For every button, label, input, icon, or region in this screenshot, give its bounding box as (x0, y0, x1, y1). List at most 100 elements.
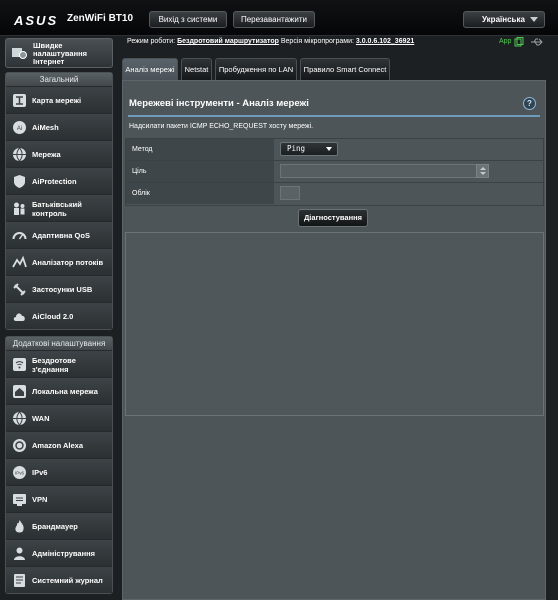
chevron-up-icon (480, 167, 486, 170)
sidebar-item-label: Мережа (32, 150, 61, 159)
sidebar-item-label: Батьківський контроль (32, 199, 82, 218)
chevron-down-icon (480, 172, 486, 175)
sidebar-item-alexa[interactable]: Amazon Alexa (6, 431, 112, 458)
sidebar-item-system-log[interactable]: Системний журнал (6, 566, 112, 593)
count-row: Облік (126, 183, 543, 205)
logout-button[interactable]: Вихід з системи (149, 11, 227, 28)
language-select[interactable]: Українська (463, 11, 545, 28)
sidebar-item-administration[interactable]: Адміністрування (6, 539, 112, 566)
sidebar-item-label: Amazon Alexa (32, 441, 83, 450)
method-cell: Ping (274, 139, 543, 160)
model-name: ZenWiFi BT10 (67, 13, 134, 24)
target-input[interactable] (280, 164, 489, 178)
status-line: Режим роботи: Бездротовий маршрутизатор … (127, 38, 414, 45)
method-row: Метод Ping (126, 139, 543, 161)
sidebar-item-network[interactable]: Мережа (6, 140, 112, 167)
reboot-button[interactable]: Перезавантажити (233, 11, 315, 28)
quick-setup-icon (12, 48, 27, 59)
fire-icon (15, 520, 24, 533)
alexa-icon (13, 439, 26, 452)
speedometer-icon (12, 232, 27, 240)
svg-text:Ai: Ai (17, 126, 22, 132)
shield-icon (14, 175, 25, 188)
help-icon[interactable]: ? (523, 97, 536, 110)
sidebar-item-adaptive-qos[interactable]: Адаптивна QoS (6, 221, 112, 248)
wifi-icon (13, 358, 26, 371)
globe-icon (13, 147, 26, 162)
sidebar-item-lan[interactable]: Локальна мережа (6, 377, 112, 404)
chevron-down-icon (326, 147, 332, 151)
general-menu: Загальний Карта мережі Ai AiMesh Мережа … (5, 72, 113, 330)
sidebar-item-aicloud[interactable]: AiCloud 2.0 (6, 302, 112, 329)
sidebar-item-label: Карта мережі (32, 96, 82, 105)
sidebar-item-label: Адаптивна QoS (32, 231, 90, 240)
sidebar-item-traffic-analyzer[interactable]: Аналізатор потоків (6, 248, 112, 275)
app-link[interactable]: App (499, 38, 511, 45)
sidebar-item-label: Застосунки USB (32, 285, 93, 294)
sidebar-item-label: WAN (32, 414, 50, 423)
main-panel: Мережеві інструменти - Аналіз мережі ? Н… (122, 80, 546, 600)
sidebar-item-wireless[interactable]: Бездротове з'єднання (6, 350, 112, 377)
sidebar-item-label: VPN (32, 495, 48, 504)
tab-wake-on-lan[interactable]: Пробудження по LAN (215, 58, 297, 80)
method-label: Метод (126, 139, 274, 160)
asus-logo[interactable]: ASUS (14, 13, 58, 28)
sidebar-item-wan[interactable]: WAN (6, 404, 112, 431)
log-icon (14, 574, 25, 587)
count-input[interactable] (280, 186, 300, 200)
network-map-icon (13, 94, 26, 107)
traffic-icon (12, 255, 27, 268)
usb-icon (13, 283, 26, 296)
sidebar-item-label: Аналізатор потоків (32, 258, 104, 267)
method-value: Ping (287, 144, 306, 153)
sidebar-item-parental-control[interactable]: Батьківський контроль (6, 194, 112, 221)
mode-label: Режим роботи: (127, 38, 176, 45)
settings-form: Метод Ping Ціль Облік (125, 138, 544, 206)
sidebar-item-label: AiProtection (32, 177, 77, 186)
admin-icon (14, 547, 25, 560)
sidebar-item-ipv6[interactable]: IPv6 IPv6 (6, 458, 112, 485)
count-label: Облік (126, 183, 274, 204)
family-icon (14, 202, 25, 215)
sidebar-item-label: Бездротове з'єднання (32, 355, 76, 374)
svg-text:IPv6: IPv6 (15, 471, 25, 476)
quick-setup-button[interactable]: Швидке налаштування Інтернет (5, 38, 113, 68)
sidebar-item-label: AiCloud 2.0 (32, 312, 74, 321)
tab-network-analysis[interactable]: Аналіз мережі (122, 58, 178, 80)
sidebar-item-network-map[interactable]: Карта мережі (6, 86, 112, 113)
title-divider (128, 115, 540, 117)
sidebar-item-vpn[interactable]: VPN (6, 485, 112, 512)
page-description: Надсилати пакети ICMP ECHO_REQUEST хосту… (129, 123, 314, 130)
page-title: Мережеві інструменти - Аналіз мережі (129, 98, 309, 109)
advanced-menu: Додаткові налаштування Бездротове з'єдна… (5, 336, 113, 594)
vpn-icon (13, 494, 26, 506)
output-textarea[interactable] (125, 232, 544, 416)
sidebar-item-label: Адміністрування (32, 549, 96, 558)
sidebar-item-aiprotection[interactable]: AiProtection (6, 167, 112, 194)
target-row: Ціль (126, 161, 543, 183)
chevron-down-icon (530, 17, 538, 22)
firmware-value[interactable]: 3.0.0.6.102_36921 (356, 38, 414, 45)
globe-icon (13, 411, 26, 426)
house-icon (13, 385, 26, 398)
usb-status-icon[interactable] (530, 37, 544, 47)
copy-icon[interactable] (514, 37, 524, 47)
tab-smart-connect[interactable]: Правило Smart Connect (300, 58, 390, 80)
sidebar-item-firewall[interactable]: Брандмауер (6, 512, 112, 539)
tab-netstat[interactable]: Netstat (181, 58, 212, 80)
sidebar-item-label: Системний журнал (32, 576, 103, 585)
sidebar-item-aimesh[interactable]: Ai AiMesh (6, 113, 112, 140)
mode-value[interactable]: Бездротовий маршрутизатор (177, 38, 279, 45)
ipv6-icon: IPv6 (13, 466, 26, 479)
advanced-header: Додаткові налаштування (6, 337, 112, 350)
target-dropdown-button[interactable] (476, 164, 489, 178)
method-select[interactable]: Ping (280, 142, 338, 156)
sidebar-item-label: Брандмауер (32, 522, 78, 531)
target-label: Ціль (126, 161, 274, 182)
sidebar-item-usb-apps[interactable]: Застосунки USB (6, 275, 112, 302)
count-cell (274, 183, 543, 204)
cloud-icon (13, 313, 25, 321)
general-header: Загальний (6, 73, 112, 86)
quick-setup-label: Швидке налаштування Інтернет (33, 41, 88, 66)
diagnose-button[interactable]: Діагностування (298, 209, 368, 227)
